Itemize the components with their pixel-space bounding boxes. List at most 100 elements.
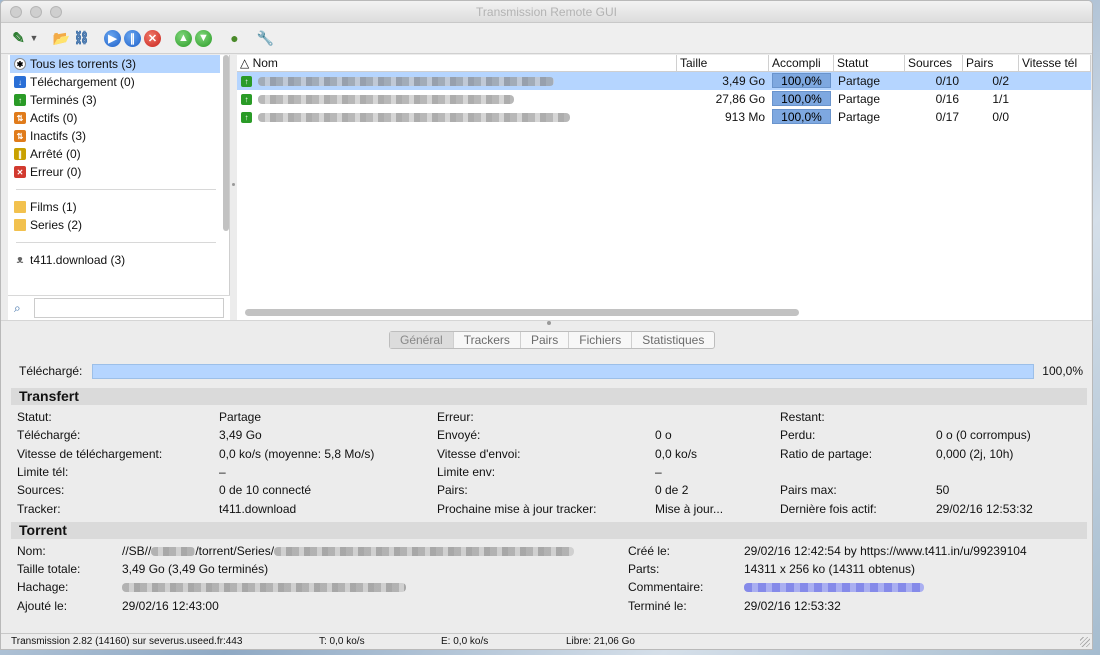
transfer-value: –	[219, 465, 226, 479]
finished-value: 29/02/16 12:53:32	[744, 599, 841, 613]
transfer-value: 0 de 10 connecté	[219, 483, 312, 497]
resize-grip[interactable]	[1080, 637, 1090, 647]
move-up-icon[interactable]: ▲	[175, 29, 192, 47]
sidebar-item-stopped[interactable]: ∥ Arrêté (0)	[10, 145, 220, 163]
table-row[interactable]: ↑ 27,86 Go 100,0% Partage 0/16 1/1	[237, 90, 1091, 108]
column-header-speed[interactable]: Vitesse tél	[1019, 55, 1091, 72]
scrollbar-thumb[interactable]	[223, 55, 229, 231]
transfer-value: 0 o	[655, 428, 672, 442]
redacted-comment-link[interactable]	[744, 583, 924, 592]
transfer-label: Pairs:	[437, 483, 468, 497]
transfer-label: Pairs max:	[780, 483, 837, 497]
turtle-mode-icon[interactable]: ●	[226, 30, 243, 47]
error-icon: ✕	[14, 166, 26, 178]
peers-cell: 0/2	[992, 74, 1009, 88]
redacted-path	[151, 546, 196, 556]
window-title: Transmission Remote GUI	[476, 5, 617, 19]
finished-label: Terminé le:	[628, 599, 687, 613]
tab-files[interactable]: Fichiers	[569, 332, 633, 348]
sidebar-item-label: Inactifs (3)	[30, 129, 87, 143]
start-icon[interactable]: ▶	[104, 29, 121, 47]
transfer-value: Partage	[219, 410, 262, 424]
sidebar-item-label: Tous les torrents (3)	[30, 57, 137, 71]
sidebar-item-active[interactable]: ⇅ Actifs (0)	[10, 109, 220, 127]
add-torrent-icon[interactable]: ✎	[11, 30, 26, 47]
add-link-icon[interactable]: ⛓	[73, 30, 90, 47]
toolbar: ✎ ▼ 📂 ⛓ ▶ ∥ ✕ ▲ ▼ ● 🔧	[1, 23, 1092, 54]
sidebar-item-label: Series (2)	[30, 218, 83, 232]
tab-statistics[interactable]: Statistiques	[632, 332, 714, 348]
seeding-icon: ↑	[241, 93, 252, 105]
search-input[interactable]	[34, 298, 224, 318]
sidebar-item-downloading[interactable]: ↓ Téléchargement (0)	[10, 73, 220, 91]
torrent-table: △ Nom Taille Accompli Statut Sources Pai…	[237, 55, 1091, 320]
status-free-space: Libre: 21,06 Go	[566, 636, 635, 647]
status-version: Transmission 2.82 (14160) sur severus.us…	[11, 636, 243, 647]
column-header-status[interactable]: Statut	[834, 55, 905, 72]
horizontal-splitter[interactable]	[1, 320, 1092, 325]
remove-icon[interactable]: ✕	[144, 29, 161, 47]
tab-peers[interactable]: Pairs	[521, 332, 570, 348]
tab-trackers[interactable]: Trackers	[454, 332, 521, 348]
sidebar-item-label: Arrêté (0)	[30, 147, 81, 161]
tab-general[interactable]: Général	[390, 332, 454, 348]
horizontal-scrollbar[interactable]	[245, 309, 799, 316]
move-down-icon[interactable]: ▼	[195, 29, 212, 47]
created-value: 29/02/16 12:42:54 by https://www.t411.in…	[744, 544, 1027, 558]
transfer-value: 0,0 ko/s (moyenne: 5,8 Mo/s)	[219, 447, 375, 461]
column-header-done[interactable]: Accompli	[769, 55, 834, 72]
open-folder-icon[interactable]: 📂	[53, 30, 70, 47]
stopped-icon: ∥	[14, 148, 26, 160]
chevron-down-icon[interactable]: ▼	[29, 30, 39, 47]
transfer-label: Envoyé:	[437, 428, 481, 442]
column-header-seeds[interactable]: Sources	[905, 55, 963, 72]
tracker-antenna-icon: ᴥ	[16, 254, 24, 266]
table-row[interactable]: ↑ 3,49 Go 100,0% Partage 0/10 0/2	[237, 72, 1091, 90]
transfer-value: Mise à jour...	[655, 502, 724, 516]
column-header-peers[interactable]: Pairs	[963, 55, 1019, 72]
sidebar-item-label: Terminés (3)	[30, 93, 97, 107]
transfer-value: –	[655, 465, 662, 479]
sidebar-item-inactive[interactable]: ⇅ Inactifs (3)	[10, 127, 220, 145]
redacted-name	[258, 76, 554, 86]
progress-cell: 100,0%	[769, 72, 834, 90]
settings-wrench-icon[interactable]: 🔧	[257, 30, 274, 47]
redacted-hash	[122, 583, 406, 592]
sidebar-item-label: Actifs (0)	[30, 111, 78, 125]
column-header-size[interactable]: Taille	[677, 55, 769, 72]
downloaded-percent: 100,0%	[1042, 364, 1083, 378]
transfer-value: 0 de 2	[655, 483, 689, 497]
sidebar-scrollbar[interactable]	[222, 55, 230, 231]
pause-icon[interactable]: ∥	[124, 29, 141, 47]
redacted-name	[258, 112, 570, 122]
sidebar-item-completed[interactable]: ↑ Terminés (3)	[10, 91, 220, 109]
transfer-label: Tracker:	[17, 502, 61, 516]
seeds-cell: 0/17	[935, 110, 959, 124]
speed-cell	[1019, 108, 1091, 126]
transfer-label: Téléchargé:	[17, 428, 81, 442]
sidebar-item-all[interactable]: ✱ Tous les torrents (3)	[10, 55, 220, 73]
column-header-name[interactable]: △ Nom	[237, 55, 677, 72]
total-size-label: Taille totale:	[17, 562, 81, 576]
transfer-value: 50	[936, 483, 950, 497]
added-label: Ajouté le:	[17, 599, 68, 613]
peers-cell: 1/1	[992, 92, 1009, 106]
seeds-cell: 0/10	[935, 74, 959, 88]
seeds-cell: 0/16	[935, 92, 959, 106]
sidebar-item-folder-films[interactable]: Films (1)	[10, 198, 220, 216]
splitter-grip	[232, 183, 235, 186]
hash-label: Hachage:	[17, 580, 69, 594]
sidebar-search: ⌕	[8, 295, 230, 320]
sidebar-item-tracker[interactable]: ᴥ t411.download (3)	[10, 251, 220, 269]
vertical-splitter[interactable]	[230, 55, 237, 320]
active-icon: ⇅	[14, 112, 26, 124]
downloaded-label: Téléchargé:	[19, 364, 83, 378]
transfer-label: Limite tél:	[17, 465, 69, 479]
table-row[interactable]: ↑ 913 Mo 100,0% Partage 0/17 0/0	[237, 108, 1091, 126]
sidebar-item-folder-series[interactable]: Series (2)	[10, 216, 220, 234]
sidebar-divider	[16, 189, 216, 190]
sidebar-item-error[interactable]: ✕ Erreur (0)	[10, 163, 220, 181]
